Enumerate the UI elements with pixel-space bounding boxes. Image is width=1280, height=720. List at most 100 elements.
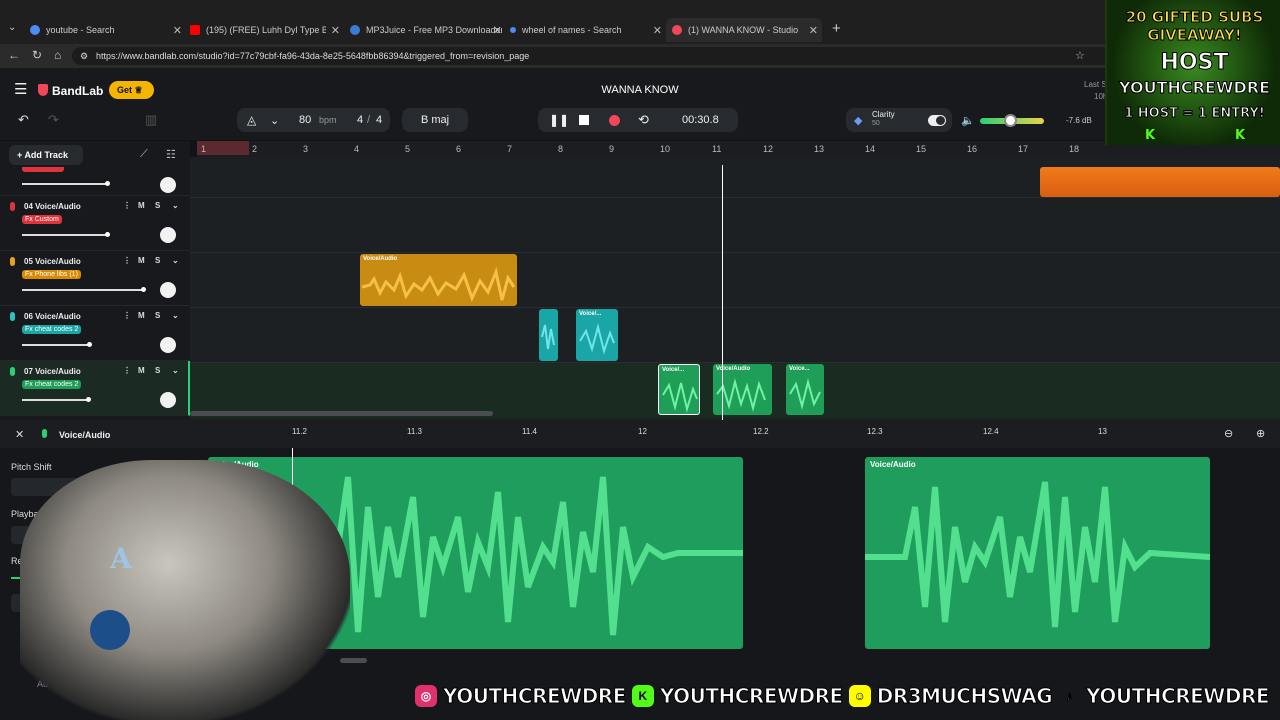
close-tab-icon[interactable]: ✕ bbox=[493, 24, 502, 37]
close-tab-icon[interactable]: ✕ bbox=[809, 24, 818, 37]
speaker-icon[interactable]: 🔈 bbox=[961, 114, 975, 127]
chevron-down-icon[interactable]: ⌄ bbox=[172, 366, 179, 375]
pause-button[interactable]: ❚❚ bbox=[549, 113, 569, 127]
bar-number: 12 bbox=[763, 144, 774, 154]
banner-line-2: GIVEAWAY! bbox=[1147, 26, 1242, 45]
bar-number: 5 bbox=[405, 144, 411, 154]
site-info-icon[interactable]: ⚙ bbox=[80, 47, 88, 65]
master-volume-slider[interactable] bbox=[980, 114, 1044, 127]
editor-ruler-tick: 12 bbox=[638, 427, 647, 436]
settings-sliders-icon[interactable]: ☷ bbox=[166, 148, 176, 161]
instagram-handle: YOUTHCREWDRE bbox=[443, 684, 627, 709]
browser-tab-3[interactable]: MP3Juice - Free MP3 Downloader ✕ bbox=[350, 18, 502, 42]
browser-tab-1[interactable]: youtube - Search ✕ bbox=[30, 18, 182, 42]
bpm-value[interactable]: 80 bbox=[299, 114, 311, 126]
bookmark-star-icon[interactable]: ☆ bbox=[1075, 47, 1085, 65]
metronome-icon[interactable]: ◬ bbox=[247, 113, 256, 127]
more-icon[interactable]: ⋮ bbox=[123, 311, 131, 320]
key-button[interactable]: B maj bbox=[402, 108, 468, 132]
pan-knob[interactable] bbox=[160, 227, 176, 243]
mute-button[interactable]: M bbox=[138, 311, 145, 320]
audio-region-yellow[interactable]: Voice/Audio bbox=[360, 254, 517, 306]
track-name[interactable]: 05 Voice/Audio bbox=[24, 257, 81, 266]
home-icon[interactable]: ⌂ bbox=[54, 48, 61, 62]
close-tab-icon[interactable]: ✕ bbox=[173, 24, 182, 37]
solo-button[interactable]: S bbox=[155, 201, 160, 210]
track-volume-slider[interactable] bbox=[22, 232, 110, 237]
playhead[interactable] bbox=[722, 165, 723, 420]
magic-wand-icon[interactable]: ⟋ bbox=[140, 148, 148, 161]
browser-tab-5[interactable]: (1) WANNA KNOW - Studio ✕ bbox=[666, 18, 822, 42]
track-07-header[interactable]: 07 Voice/Audio Fx cheat codes 2 ⋮ M S ⌄ bbox=[0, 361, 190, 416]
track-name[interactable]: 04 Voice/Audio bbox=[24, 202, 81, 211]
fx-tag[interactable]: Fx Phone libs (1) bbox=[22, 270, 81, 279]
close-editor-icon[interactable]: ✕ bbox=[15, 428, 24, 441]
audio-region-green-2[interactable]: Voice... bbox=[786, 364, 824, 415]
mixer-icon[interactable]: ▥ bbox=[145, 112, 157, 128]
zoom-out-icon[interactable]: ⊖ bbox=[1224, 427, 1233, 440]
time-sig-denominator[interactable]: 4 bbox=[376, 114, 382, 126]
fx-tag[interactable]: Fx Custom bbox=[22, 215, 62, 224]
more-icon[interactable]: ⋮ bbox=[123, 201, 131, 210]
mute-button[interactable]: M bbox=[138, 366, 145, 375]
fx-tag[interactable]: Fx cheat codes 2 bbox=[22, 380, 82, 389]
solo-button[interactable]: S bbox=[155, 311, 160, 320]
editor-region-b[interactable]: Voice/Audio bbox=[865, 457, 1210, 649]
reload-icon[interactable]: ↻ bbox=[32, 48, 42, 62]
brand-name[interactable]: BandLab bbox=[52, 84, 103, 98]
close-tab-icon[interactable]: ✕ bbox=[331, 24, 340, 37]
stop-button[interactable] bbox=[579, 115, 589, 125]
add-track-button[interactable]: + Add Track bbox=[9, 145, 83, 165]
search-favicon-icon bbox=[30, 25, 40, 35]
snapchat-icon: ☺ bbox=[848, 685, 871, 707]
kick-handle: YOUTHCREWDRE bbox=[659, 684, 843, 709]
horizontal-scrollbar[interactable] bbox=[190, 411, 493, 416]
arrangement-area[interactable]: Voice/Audio Voice/... Voice/... Voice/Au… bbox=[190, 157, 1280, 420]
zoom-in-icon[interactable]: ⊕ bbox=[1256, 427, 1265, 440]
track-volume-slider[interactable] bbox=[22, 342, 92, 347]
pan-knob[interactable] bbox=[160, 282, 176, 298]
track-05-header[interactable]: 05 Voice/Audio Fx Phone libs (1) ⋮ M S ⌄ bbox=[0, 251, 190, 306]
more-icon[interactable]: ⋮ bbox=[123, 366, 131, 375]
chevron-down-icon[interactable]: ⌄ bbox=[172, 201, 179, 210]
browser-tab-4[interactable]: wheel of names - Search ✕ bbox=[510, 18, 662, 42]
record-button[interactable] bbox=[609, 114, 620, 126]
pan-knob[interactable] bbox=[160, 392, 176, 408]
track-04-header[interactable]: 04 Voice/Audio Fx Custom ⋮ M S ⌄ bbox=[0, 196, 190, 251]
chevron-down-icon[interactable]: ⌄ bbox=[270, 114, 279, 127]
menu-icon[interactable]: ☰ bbox=[14, 80, 27, 98]
clarity-toggle[interactable] bbox=[928, 114, 946, 126]
browser-tab-2[interactable]: (195) (FREE) Luhh Dyl Type Be ✕ bbox=[190, 18, 340, 42]
solo-button[interactable]: S bbox=[155, 366, 160, 375]
time-sig-numerator[interactable]: 4 bbox=[357, 114, 363, 126]
audio-region-green-selected[interactable]: Voice/... bbox=[658, 364, 700, 415]
url-field[interactable]: ⚙ https://www.bandlab.com/studio?id=77c7… bbox=[72, 47, 1112, 65]
redo-icon[interactable]: ↷ bbox=[48, 112, 59, 128]
audio-region-teal[interactable]: Voice/... bbox=[576, 309, 618, 361]
mute-button[interactable]: M bbox=[138, 201, 145, 210]
audio-region-teal-small[interactable] bbox=[539, 309, 558, 361]
get-membership-button[interactable]: Get ♕ bbox=[109, 81, 154, 99]
track-06-header[interactable]: 06 Voice/Audio Fx cheat codes 2 ⋮ M S ⌄ bbox=[0, 306, 190, 361]
track-name[interactable]: 06 Voice/Audio bbox=[24, 312, 81, 321]
chevron-down-icon[interactable]: ⌄ bbox=[172, 311, 179, 320]
track-volume-slider[interactable] bbox=[22, 287, 146, 292]
loop-icon[interactable]: ⟲ bbox=[638, 112, 649, 128]
fx-tag[interactable]: Fx cheat codes 2 bbox=[22, 325, 82, 334]
track-volume-slider[interactable] bbox=[22, 397, 91, 402]
back-icon[interactable]: ← bbox=[8, 48, 20, 62]
pan-knob[interactable] bbox=[160, 177, 176, 193]
audio-region-orange[interactable] bbox=[1040, 167, 1280, 197]
tab-list-dropdown-icon[interactable]: ⌄ bbox=[8, 22, 16, 33]
mute-button[interactable]: M bbox=[138, 256, 145, 265]
pan-knob[interactable] bbox=[160, 337, 176, 353]
track-volume-slider[interactable] bbox=[22, 181, 110, 186]
track-03-header[interactable] bbox=[0, 167, 190, 196]
new-tab-button[interactable]: + bbox=[832, 20, 841, 37]
more-icon[interactable]: ⋮ bbox=[123, 256, 131, 265]
track-name[interactable]: 07 Voice/Audio bbox=[24, 367, 81, 376]
undo-icon[interactable]: ↶ bbox=[18, 112, 29, 128]
close-tab-icon[interactable]: ✕ bbox=[653, 24, 662, 37]
chevron-down-icon[interactable]: ⌄ bbox=[172, 256, 179, 265]
solo-button[interactable]: S bbox=[155, 256, 160, 265]
